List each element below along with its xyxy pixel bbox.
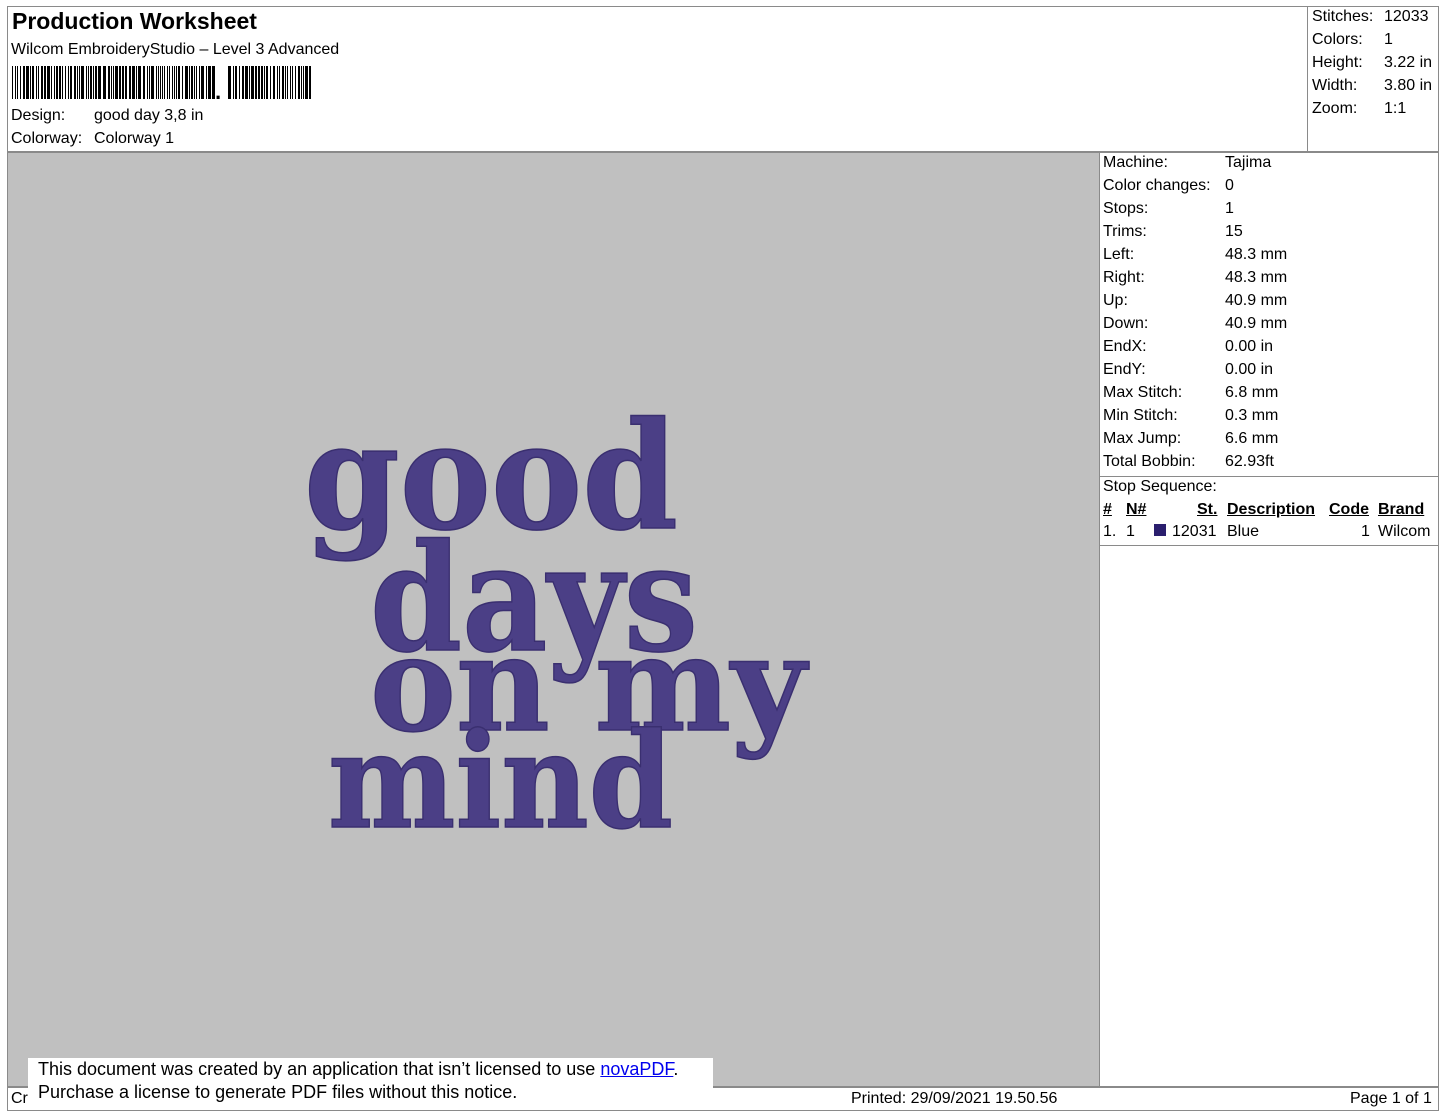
stop-row-code: 1	[1361, 523, 1370, 540]
machine-info-row: Max Stitch: 6.8 mm	[1103, 384, 1278, 402]
machine-info-row: Max Jump: 6.6 mm	[1103, 430, 1278, 448]
software-name: Wilcom EmbroideryStudio – Level 3 Advanc…	[11, 41, 340, 58]
machine-info-label: Right:	[1103, 269, 1145, 286]
stat-height: Height: 3.22 in	[1312, 54, 1433, 71]
stop-row-description: Blue	[1227, 523, 1260, 540]
machine-info-value: 1	[1225, 200, 1234, 217]
machine-info-row: Stops: 1	[1103, 200, 1234, 218]
col-header-description: Description	[1227, 501, 1316, 518]
machine-info-value: 48.3 mm	[1225, 246, 1288, 263]
stop-row-num: 1.	[1103, 523, 1117, 540]
machine-info-label: Color changes:	[1103, 177, 1211, 194]
machine-info-label: Max Jump:	[1103, 430, 1182, 447]
machine-info-label: EndX:	[1103, 338, 1147, 355]
stop-sequence-title: Stop Sequence:	[1103, 478, 1217, 495]
colorway-value: Colorway 1	[94, 130, 175, 147]
machine-info-row: Total Bobbin: 62.93ft	[1103, 453, 1274, 471]
machine-info-label: Down:	[1103, 315, 1149, 332]
col-header-brand: Brand	[1378, 501, 1425, 518]
machine-info-value: 15	[1225, 223, 1243, 240]
machine-info-label: Left:	[1103, 246, 1135, 263]
machine-info-panel: Machine: Tajima Color changes: 0 Stops: 1 Trim…	[1100, 152, 1439, 1087]
notice-line-1: This document was created by an applicat…	[38, 1059, 679, 1079]
printed-timestamp: Printed: 29/09/2021 19.50.56	[851, 1090, 1058, 1107]
license-notice: This document was created by an applicat…	[28, 1058, 713, 1110]
machine-info-value: 40.9 mm	[1225, 292, 1288, 309]
page-title: Production Worksheet	[12, 8, 257, 34]
col-header-code: Code	[1329, 501, 1369, 518]
col-header-st: St.	[1197, 501, 1218, 518]
machine-info-value: 0	[1225, 177, 1234, 194]
divider	[1100, 476, 1438, 477]
machine-info-value: 0.00 in	[1225, 361, 1274, 378]
machine-info-label: Trims:	[1103, 223, 1147, 240]
machine-info-label: Min Stitch:	[1103, 407, 1178, 424]
machine-info-value: 6.6 mm	[1225, 430, 1279, 447]
machine-info-label: EndY:	[1103, 361, 1146, 378]
col-header-n: N#	[1126, 501, 1147, 518]
design-value: good day 3,8 in	[94, 107, 204, 124]
machine-info-row: EndY: 0.00 in	[1103, 361, 1273, 379]
machine-info-label: Total Bobbin:	[1103, 453, 1196, 470]
machine-info-row: Right: 48.3 mm	[1103, 269, 1287, 287]
machine-info-value: 0.00 in	[1225, 338, 1274, 355]
machine-info-value: 62.93ft	[1225, 453, 1274, 470]
machine-info-row: Up: 40.9 mm	[1103, 292, 1287, 310]
design-label: Design:	[11, 107, 66, 124]
stop-row-brand: Wilcom	[1378, 523, 1431, 540]
thread-color-swatch	[1154, 524, 1166, 536]
divider	[1100, 545, 1438, 546]
page-number: Page 1 of 1	[1350, 1090, 1432, 1107]
stop-row-n: 1	[1126, 523, 1135, 540]
stat-width: Width: 3.80 in	[1312, 77, 1433, 94]
stat-colors: Colors: 1	[1312, 31, 1393, 48]
embroidery-line-4: mind	[328, 704, 673, 859]
machine-info-value: 40.9 mm	[1225, 315, 1288, 332]
embroidery-design: good days on my mind	[303, 388, 810, 860]
machine-info-row: Left: 48.3 mm	[1103, 246, 1287, 264]
machine-info-row: Color changes: 0	[1103, 177, 1234, 195]
notice-line-2: Purchase a license to generate PDF files…	[38, 1082, 518, 1102]
stat-zoom: Zoom: 1:1	[1312, 100, 1407, 117]
svg-text:,: ,	[215, 79, 221, 99]
machine-info-label: Machine:	[1103, 154, 1168, 171]
machine-info-label: Stops:	[1103, 200, 1149, 217]
barcode: ,	[12, 66, 311, 99]
machine-info-row: Machine: Tajima	[1103, 154, 1271, 172]
machine-info-row: Trims: 15	[1103, 223, 1243, 241]
novapdf-link[interactable]: novaPDF	[600, 1059, 673, 1079]
colorway-label: Colorway:	[11, 130, 83, 147]
machine-info-row: Min Stitch: 0.3 mm	[1103, 407, 1278, 425]
machine-info-row: Down: 40.9 mm	[1103, 315, 1287, 333]
machine-info-value: 6.8 mm	[1225, 384, 1279, 401]
machine-info-value: 48.3 mm	[1225, 269, 1288, 286]
machine-info-value: 0.3 mm	[1225, 407, 1279, 424]
machine-info-value: Tajima	[1225, 154, 1272, 171]
stop-row-stitches: 12031	[1172, 523, 1217, 540]
col-header-num: #	[1103, 501, 1112, 518]
machine-info-row: EndX: 0.00 in	[1103, 338, 1273, 356]
footer-left-text: Cr	[11, 1090, 28, 1107]
machine-info-label: Up:	[1103, 292, 1128, 309]
stats-panel: Stitches: 12033 Colors: 1 Height: 3.22 in W…	[1307, 6, 1439, 152]
machine-info-label: Max Stitch:	[1103, 384, 1183, 401]
design-preview: good days on my mind	[7, 152, 1100, 1087]
stat-stitches: Stitches: 12033	[1312, 8, 1429, 25]
